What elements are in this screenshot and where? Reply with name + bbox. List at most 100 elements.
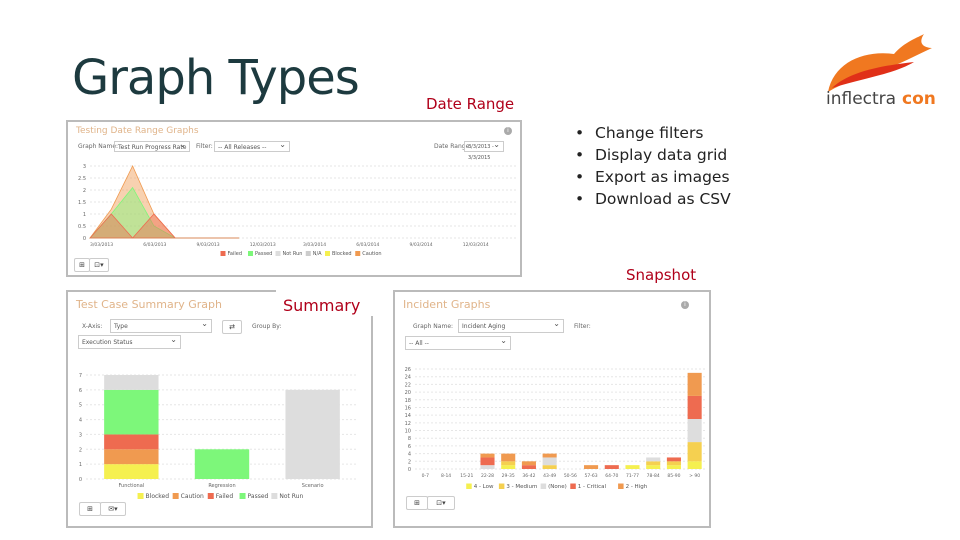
- x-axis-select[interactable]: Type: [110, 317, 212, 333]
- x-tick-label: Regression: [208, 483, 235, 489]
- info-icon[interactable]: i: [681, 301, 689, 309]
- bar-segment: [104, 434, 159, 450]
- slide-title: Graph Types: [72, 50, 360, 106]
- bar-segment: [104, 389, 159, 435]
- x-tick-label: 64-70: [605, 473, 618, 479]
- bar-segment: [666, 465, 681, 469]
- graph-name-select[interactable]: Incident Aging: [458, 317, 564, 333]
- bar-segment: [521, 461, 536, 466]
- x-tick-label: > 90: [689, 473, 700, 479]
- legend-label: Caution: [181, 493, 204, 500]
- bullet-item: Download as CSV: [575, 188, 731, 210]
- legend-label: 4 - Low: [474, 484, 494, 490]
- legend-label: Blocked: [146, 493, 170, 500]
- y-tick-label: 2: [83, 188, 86, 194]
- panel-title: Testing Date Range Graphs: [76, 126, 199, 136]
- bullet-item: Export as images: [575, 166, 731, 188]
- x-tick-label: 50-56: [564, 473, 577, 479]
- x-tick-label: 6/03/2013: [143, 242, 166, 248]
- legend-swatch: [618, 483, 624, 489]
- legend-label: 1 - Critical: [578, 484, 607, 490]
- date-range-label: Date Range: [426, 95, 515, 113]
- bar-segment: [666, 461, 681, 466]
- bar-segment: [480, 457, 495, 466]
- bar-segment: [521, 465, 536, 469]
- bullet-item: Display data grid: [575, 144, 731, 166]
- bar-segment: [542, 457, 557, 466]
- bar-segment: [687, 372, 702, 396]
- bar-segment: [687, 442, 702, 462]
- x-tick-label: 36-42: [522, 473, 535, 479]
- legend-label: Failed: [216, 493, 234, 500]
- y-tick-label: 4: [79, 418, 82, 424]
- y-tick-label: 4: [408, 452, 411, 458]
- y-tick-label: 1.5: [78, 200, 86, 206]
- y-tick-label: 10: [405, 429, 411, 435]
- export-button[interactable]: ✉▾: [100, 502, 126, 516]
- area-series: [89, 213, 240, 239]
- x-tick-label: 57-63: [585, 473, 598, 479]
- legend-swatch: [220, 251, 226, 256]
- x-tick-label: 78-84: [647, 473, 660, 479]
- graph-name-label: Graph Name:: [78, 143, 119, 150]
- incident-aging-chart: 024681012141618202224260-7 8-14 15-21 22-28…: [405, 367, 705, 490]
- bar-segment: [104, 449, 159, 465]
- x-tick-label: 6/03/2014: [356, 242, 379, 248]
- y-tick-label: 24: [405, 375, 411, 381]
- x-tick-label: 22-28: [481, 473, 494, 479]
- legend-swatch: [271, 493, 278, 499]
- y-tick-label: 2.5: [78, 176, 86, 182]
- swap-axes-button[interactable]: ⇄: [222, 320, 242, 334]
- x-tick-label: 85-90: [667, 473, 680, 479]
- y-tick-label: 5: [79, 403, 82, 409]
- bar-segment: [104, 464, 159, 479]
- info-icon[interactable]: i: [504, 127, 512, 135]
- bar-segment: [666, 457, 681, 462]
- filter-select[interactable]: -- All --: [405, 334, 511, 350]
- x-tick-label: 12/03/2014: [463, 242, 489, 248]
- y-tick-label: 6: [79, 388, 82, 394]
- y-tick-label: 1: [79, 462, 82, 468]
- legend-swatch: [239, 493, 246, 499]
- bar-segment: [104, 375, 159, 390]
- legend-swatch: [207, 493, 214, 499]
- panel-title: Incident Graphs: [403, 298, 491, 311]
- data-grid-button[interactable]: ⊞: [406, 496, 428, 510]
- filter-select[interactable]: -- All Releases --: [214, 139, 290, 152]
- y-tick-label: 0.5: [78, 224, 86, 230]
- y-tick-label: 14: [405, 413, 411, 419]
- x-tick-label: 9/03/2014: [410, 242, 433, 248]
- data-grid-button[interactable]: ⊞: [79, 502, 101, 516]
- y-tick-label: 0: [79, 477, 82, 483]
- date-range-graph-panel: Testing Date Range Graphs i Graph Name: …: [66, 120, 522, 277]
- summary-label: Summary: [283, 296, 361, 315]
- legend-swatch: [325, 251, 330, 256]
- x-tick-label: Scenario: [302, 483, 324, 489]
- y-tick-label: 3: [79, 432, 82, 438]
- graph-name-select[interactable]: Test Run Progress Rate: [114, 139, 190, 152]
- x-tick-label: 3/03/2014: [303, 242, 326, 248]
- bar-segment: [687, 395, 702, 419]
- legend-label: Not Run: [283, 251, 303, 257]
- bar-segment: [285, 389, 340, 479]
- date-range-input[interactable]: 3/3/2013 - 3/3/2015: [464, 139, 504, 161]
- legend-swatch: [172, 493, 179, 499]
- bar-segment: [480, 465, 495, 469]
- legend-label: (None): [548, 484, 567, 490]
- filter-label: Filter:: [196, 143, 213, 150]
- group-by-select[interactable]: Execution Status: [78, 333, 181, 349]
- bar-segment: [542, 453, 557, 458]
- y-tick-label: 20: [405, 390, 411, 396]
- export-button[interactable]: ⊡▾: [427, 496, 455, 510]
- date-range-chart: 0 0.5 1 1.5 2 2.5 3 3/03/2013 6/03/2013 9/03/2013…: [78, 164, 516, 257]
- bar-segment: [646, 457, 661, 462]
- data-grid-button[interactable]: ⊞: [74, 258, 90, 272]
- legend-label: Not Run: [279, 493, 303, 500]
- bar-segment: [625, 465, 640, 469]
- x-tick-label: 3/03/2013: [90, 242, 113, 248]
- feature-list: Change filters Display data grid Export …: [575, 122, 731, 210]
- legend-swatch: [466, 483, 472, 489]
- y-tick-label: 26: [405, 367, 411, 373]
- export-button[interactable]: ⊡▾: [89, 258, 109, 272]
- bar-segment: [480, 453, 495, 458]
